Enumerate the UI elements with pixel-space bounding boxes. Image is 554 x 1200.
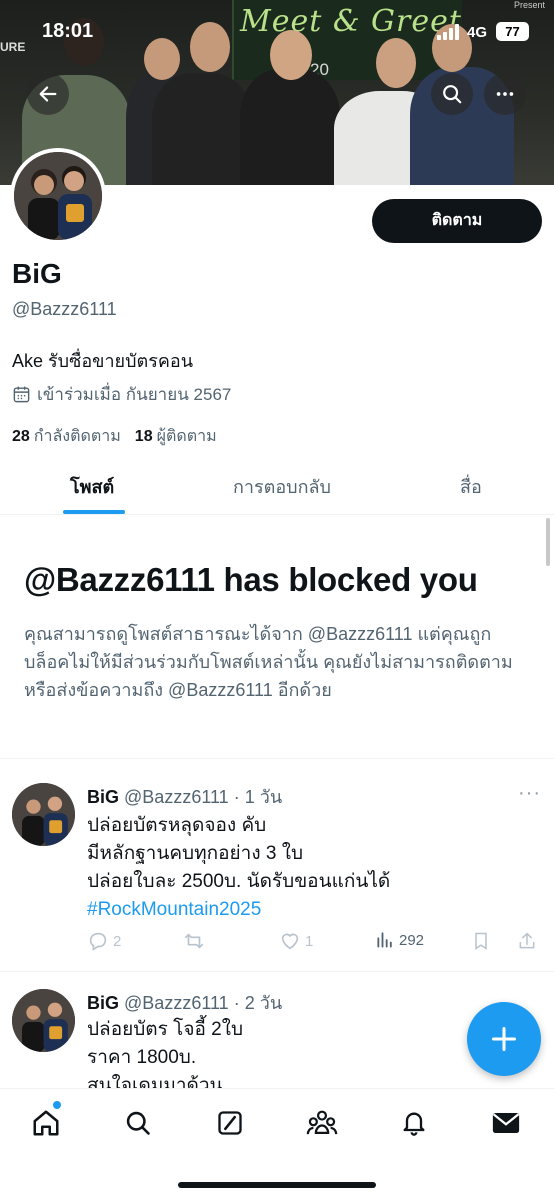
share-icon <box>519 932 535 949</box>
avatar-photo <box>14 152 102 240</box>
tweet-body[interactable]: ปล่อยบัตรหลุดจอง คับ มีหลักฐานคบทุกอย่าง… <box>87 812 390 924</box>
grok-icon <box>218 1111 242 1135</box>
followers-label: ผู้ติดตาม <box>156 428 217 445</box>
views-button[interactable]: 292 <box>375 930 424 950</box>
tweet-more-button[interactable]: ··· <box>518 782 541 805</box>
tweet-actions: 2 1 292 <box>87 930 537 956</box>
tab-replies[interactable]: การตอบกลับ <box>233 472 331 501</box>
blocked-text: คุณสามารถดูโพสต์สาธารณะได้จาก @Bazzz6111… <box>24 624 513 700</box>
following-count: 28 <box>12 428 30 445</box>
tweet-header: BiG @Bazzz6111 · 2 วัน <box>87 988 282 1017</box>
following-label: กำลังติดตาม <box>33 428 121 445</box>
reply-count: 2 <box>113 932 122 950</box>
active-tab-indicator <box>63 510 125 514</box>
followers-link[interactable]: 18 ผู้ติดตาม <box>135 424 217 449</box>
profile-joined: เข้าร่วมเมื่อ กันยายน 2567 <box>12 381 231 408</box>
nav-communities[interactable] <box>302 1103 342 1143</box>
home-unread-dot <box>53 1101 61 1109</box>
search-button[interactable] <box>431 73 473 115</box>
nav-explore[interactable] <box>118 1103 158 1143</box>
home-indicator[interactable] <box>178 1182 376 1188</box>
avatar-photo <box>12 989 75 1052</box>
messages-icon <box>492 1113 520 1133</box>
tweet-author-handle: @Bazzz6111 <box>124 787 229 807</box>
nav-home[interactable] <box>26 1103 66 1143</box>
views-icon <box>377 932 392 948</box>
explore-icon <box>126 1111 150 1135</box>
reply-icon <box>89 932 107 951</box>
bookmark-icon <box>475 932 487 950</box>
avatar[interactable] <box>10 148 106 244</box>
tweet-line: ราคา 1800บ. <box>87 1047 197 1068</box>
compose-button[interactable] <box>467 1002 541 1076</box>
reply-button[interactable]: 2 <box>87 930 121 952</box>
tweet-time: · 1 วัน <box>233 787 283 807</box>
like-button[interactable]: 1 <box>279 930 313 952</box>
follow-counts: 28 กำลังติดตาม 18 ผู้ติดตาม <box>12 424 217 449</box>
views-count: 292 <box>399 931 425 949</box>
share-button[interactable] <box>517 930 537 952</box>
status-bar: 18:01 4G 77 <box>0 0 554 60</box>
tweet-header: BiG @Bazzz6111 · 1 วัน <box>87 782 282 811</box>
tweet-author-name[interactable]: BiG <box>87 787 119 807</box>
notifications-icon <box>403 1112 425 1136</box>
scrollbar[interactable] <box>546 518 550 566</box>
tweet-author-handle: @Bazzz6111 <box>124 993 229 1013</box>
tweet-line: มีหลักฐานคบทุกอย่าง 3 ใบ <box>87 843 304 864</box>
retweet-icon <box>184 933 204 949</box>
nav-messages[interactable] <box>486 1103 526 1143</box>
joined-text: เข้าร่วมเมื่อ กันยายน 2567 <box>37 385 232 404</box>
bookmark-button[interactable] <box>471 930 491 952</box>
tweet-time: · 2 วัน <box>233 993 283 1013</box>
plus-icon <box>491 1026 517 1052</box>
follow-button[interactable]: ติดตาม <box>372 199 542 243</box>
blocked-title: @Bazzz6111 has blocked you <box>24 561 478 598</box>
tweet-line: ปล่อยบัตรหลุดจอง คับ <box>87 815 267 836</box>
tweet-avatar[interactable] <box>12 783 75 846</box>
more-button[interactable] <box>484 73 526 115</box>
like-count: 1 <box>305 932 314 950</box>
more-icon <box>496 92 514 96</box>
tab-media[interactable]: สื่อ <box>460 472 482 501</box>
tweet-line: ปล่อยใบละ 2500บ. นัดรับขอนแก่นได้ <box>87 871 391 892</box>
tweet-author-name[interactable]: BiG <box>87 993 119 1013</box>
tweet-hashtag[interactable]: #RockMountain2025 <box>87 896 390 924</box>
followers-count: 18 <box>134 428 153 445</box>
profile-handle: @Bazzz6111 <box>12 299 117 319</box>
calendar-icon <box>13 386 30 403</box>
avatar-photo <box>12 783 75 846</box>
banner-person <box>152 73 252 185</box>
communities-icon <box>306 1110 338 1135</box>
banner-person <box>240 69 340 185</box>
status-time: 18:01 <box>42 20 94 42</box>
nav-grok[interactable] <box>210 1103 250 1143</box>
nav-notifications[interactable] <box>394 1103 434 1143</box>
retweet-button[interactable] <box>183 930 209 952</box>
signal-icon <box>437 24 463 40</box>
battery-icon: 77 <box>496 22 529 41</box>
profile-bio: Ake รับซื่อขายบัตรคอน <box>12 351 194 371</box>
back-arrow-icon <box>39 86 57 102</box>
tab-posts[interactable]: โพสต์ <box>70 472 114 501</box>
back-button[interactable] <box>27 73 69 115</box>
network-label: 4G <box>467 24 488 41</box>
like-icon <box>281 933 299 950</box>
home-icon <box>33 1110 59 1136</box>
divider <box>0 971 554 972</box>
tweet-line: ปล่อยบัตร โจอี้ 2ใบ <box>87 1019 244 1040</box>
profile-name: BiG <box>12 258 62 289</box>
tweet-avatar[interactable] <box>12 989 75 1052</box>
following-link[interactable]: 28 กำลังติดตาม <box>12 424 121 449</box>
divider <box>0 758 554 759</box>
profile-tabs: โพสต์ การตอบกลับ สื่อ <box>0 460 554 515</box>
search-icon <box>443 85 462 104</box>
